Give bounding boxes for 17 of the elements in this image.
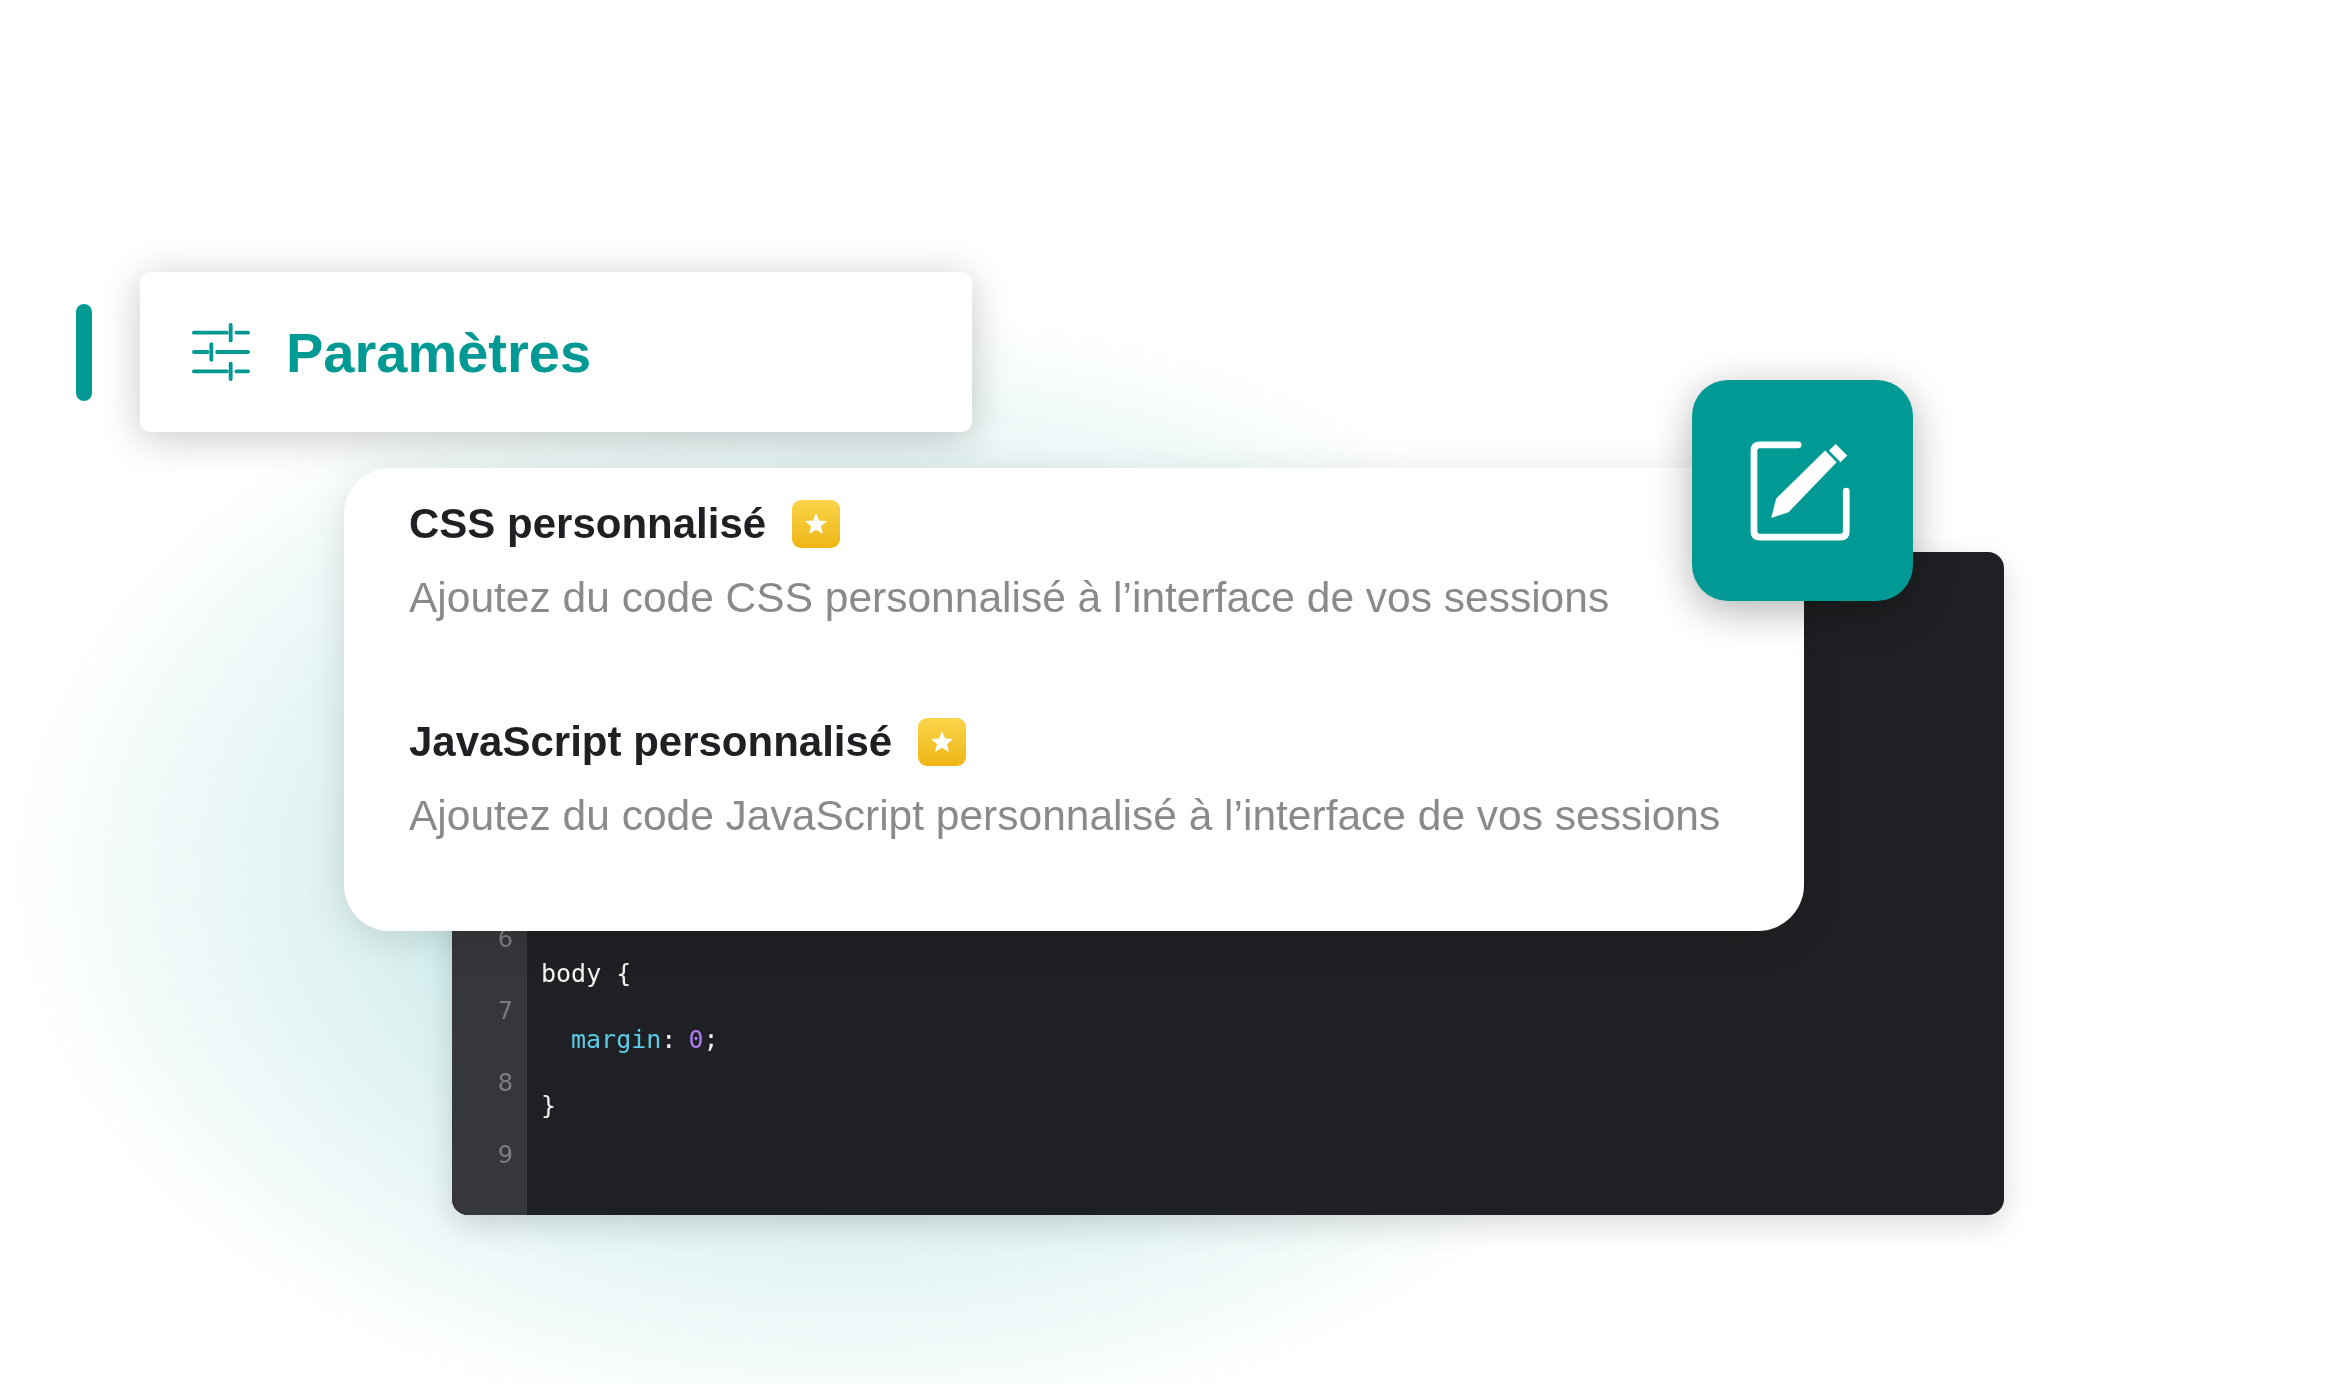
option-title: JavaScript personnalisé (409, 718, 893, 766)
sidebar-item[interactable]: Paramètres (140, 272, 972, 432)
code-token: margin (571, 1024, 662, 1056)
line-number: 8 (497, 1068, 513, 1099)
code-token: } (541, 1090, 557, 1122)
code-token: 0 (688, 1024, 704, 1056)
sliders-icon (192, 323, 250, 381)
line-number: 7 (497, 996, 513, 1027)
option-title: CSS personnalisé (409, 500, 767, 548)
option-description: Ajoutez du code CSS personnalisé à l’interface de vos sessions (409, 574, 1611, 622)
code-token: : (661, 1024, 677, 1056)
settings-title: Paramètres (286, 319, 592, 385)
line-number: 9 (497, 1140, 513, 1171)
option-description: Ajoutez du code JavaScript personnalisé à l’interface de vos sessions (409, 792, 1722, 840)
code-token: ; (703, 1024, 719, 1056)
code-token: body { (541, 958, 632, 990)
edit-button[interactable] (1692, 380, 1913, 601)
